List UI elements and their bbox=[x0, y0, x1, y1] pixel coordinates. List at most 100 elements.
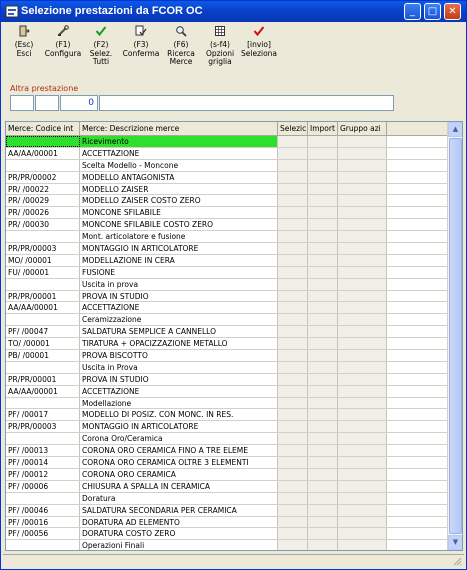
table-row[interactable]: AA/AA/00001 ACCETTAZIONE bbox=[6, 302, 447, 315]
cell-codice[interactable] bbox=[6, 492, 80, 504]
grid-options-button[interactable]: (s-f4) Opzioni griglia bbox=[201, 24, 239, 70]
cell-descrizione[interactable]: Mont. articolatore e fusione bbox=[80, 231, 278, 243]
table-row[interactable]: PF/ /00006 CHIUSURA A SPALLA IN CERAMICA bbox=[6, 480, 447, 493]
cell-descrizione[interactable]: MONTAGGIO IN ARTICOLATORE bbox=[80, 243, 278, 254]
cell-descrizione[interactable]: CORONA ORO CERAMICA FINO A TRE ELEME bbox=[80, 445, 278, 457]
cell-importo[interactable] bbox=[308, 314, 338, 326]
cell-importo[interactable] bbox=[308, 231, 338, 243]
scroll-down-button[interactable]: ▼ bbox=[448, 535, 462, 550]
cell-descrizione[interactable]: PROVA BISCOTTO bbox=[80, 350, 278, 361]
cell-selezione[interactable] bbox=[278, 457, 308, 468]
table-row[interactable]: Uscita in prova bbox=[6, 278, 447, 291]
cell-importo[interactable] bbox=[308, 207, 338, 219]
cell-selezione[interactable] bbox=[278, 183, 308, 195]
cell-selezione[interactable] bbox=[278, 528, 308, 540]
table-row[interactable]: PR/ /00030 MONCONE SFILABILE COSTO ZERO bbox=[6, 219, 447, 232]
cell-codice[interactable]: PR/PR/00001 bbox=[6, 373, 80, 385]
cell-gruppo[interactable] bbox=[338, 350, 387, 361]
altra-description-field[interactable] bbox=[99, 95, 394, 111]
cell-gruppo[interactable] bbox=[338, 457, 387, 468]
cell-gruppo[interactable] bbox=[338, 528, 387, 540]
cell-gruppo[interactable] bbox=[338, 147, 387, 159]
resize-grip-icon[interactable] bbox=[452, 556, 462, 566]
cell-selezione[interactable] bbox=[278, 326, 308, 338]
table-row[interactable]: Operazioni Finali bbox=[6, 540, 447, 550]
cell-gruppo[interactable] bbox=[338, 278, 387, 290]
cell-gruppo[interactable] bbox=[338, 231, 387, 243]
cell-descrizione[interactable]: MODELLO ZAISER COSTO ZERO bbox=[80, 195, 278, 207]
cell-importo[interactable] bbox=[308, 338, 338, 350]
cell-selezione[interactable] bbox=[278, 409, 308, 421]
cell-importo[interactable] bbox=[308, 421, 338, 433]
close-button[interactable]: ✕ bbox=[444, 3, 461, 20]
column-header-codice[interactable]: Merce: Codice int bbox=[6, 122, 80, 136]
cell-codice[interactable]: PF/ /00012 bbox=[6, 468, 80, 480]
altra-field-1[interactable] bbox=[10, 95, 34, 111]
cell-selezione[interactable] bbox=[278, 350, 308, 361]
configure-button[interactable]: (F1) Configura bbox=[43, 24, 83, 70]
exit-button[interactable]: (Esc) Esci bbox=[6, 24, 42, 70]
cell-importo[interactable] bbox=[308, 397, 338, 409]
cell-descrizione[interactable]: MODELLAZIONE IN CERA bbox=[80, 254, 278, 266]
cell-selezione[interactable] bbox=[278, 516, 308, 528]
cell-selezione[interactable] bbox=[278, 231, 308, 243]
cell-selezione[interactable] bbox=[278, 361, 308, 373]
cell-importo[interactable] bbox=[308, 540, 338, 550]
cell-descrizione[interactable]: Scelta Modello - Moncone bbox=[80, 159, 278, 171]
cell-descrizione[interactable]: CORONA ORO CERAMICA OLTRE 3 ELEMENTI bbox=[80, 457, 278, 468]
cell-selezione[interactable] bbox=[278, 254, 308, 266]
cell-gruppo[interactable] bbox=[338, 385, 387, 397]
cell-selezione[interactable] bbox=[278, 147, 308, 159]
cell-descrizione[interactable]: SALDATURA SECONDARIA PER CERAMICA bbox=[80, 504, 278, 516]
cell-descrizione[interactable]: ACCETTAZIONE bbox=[80, 385, 278, 397]
cell-selezione[interactable] bbox=[278, 159, 308, 171]
cell-codice[interactable]: PR/ /00026 bbox=[6, 207, 80, 219]
cell-importo[interactable] bbox=[308, 350, 338, 361]
table-row[interactable]: PR/PR/00001 PROVA IN STUDIO bbox=[6, 373, 447, 386]
cell-selezione[interactable] bbox=[278, 492, 308, 504]
cell-codice[interactable]: PR/ /00029 bbox=[6, 195, 80, 207]
cell-importo[interactable] bbox=[308, 504, 338, 516]
cell-gruppo[interactable] bbox=[338, 171, 387, 183]
cell-gruppo[interactable] bbox=[338, 468, 387, 480]
cell-importo[interactable] bbox=[308, 183, 338, 195]
cell-codice[interactable]: PF/ /00006 bbox=[6, 480, 80, 492]
cell-importo[interactable] bbox=[308, 516, 338, 528]
cell-codice[interactable]: PF/ /00047 bbox=[6, 326, 80, 338]
cell-codice[interactable] bbox=[6, 540, 80, 550]
cell-gruppo[interactable] bbox=[338, 480, 387, 492]
column-header-importo[interactable]: Import bbox=[308, 122, 338, 136]
cell-codice[interactable]: PF/ /00017 bbox=[6, 409, 80, 421]
table-row[interactable]: PR/PR/00003 MONTAGGIO IN ARTICOLATORE bbox=[6, 243, 447, 255]
cell-codice[interactable]: PR/PR/00002 bbox=[6, 171, 80, 183]
cell-selezione[interactable] bbox=[278, 421, 308, 433]
cell-descrizione[interactable]: ACCETTAZIONE bbox=[80, 302, 278, 314]
cell-descrizione[interactable]: Modellazione bbox=[80, 397, 278, 409]
cell-descrizione[interactable]: ACCETTAZIONE bbox=[80, 147, 278, 159]
cell-gruppo[interactable] bbox=[338, 338, 387, 350]
table-row[interactable]: Uscita in Prova bbox=[6, 361, 447, 374]
cell-selezione[interactable] bbox=[278, 278, 308, 290]
cell-codice[interactable]: AA/AA/00001 bbox=[6, 147, 80, 159]
cell-descrizione[interactable]: Uscita in Prova bbox=[80, 361, 278, 373]
cell-descrizione[interactable]: MONTAGGIO IN ARTICOLATORE bbox=[80, 421, 278, 433]
cell-gruppo[interactable] bbox=[338, 219, 387, 231]
cell-selezione[interactable] bbox=[278, 219, 308, 231]
cell-importo[interactable] bbox=[308, 266, 338, 278]
cell-codice[interactable] bbox=[6, 397, 80, 409]
table-row[interactable]: Scelta Modello - Moncone bbox=[6, 159, 447, 172]
cell-importo[interactable] bbox=[308, 468, 338, 480]
column-header-gruppo[interactable]: Gruppo azi bbox=[338, 122, 387, 136]
cell-selezione[interactable] bbox=[278, 445, 308, 457]
column-header-descrizione[interactable]: Merce: Descrizione merce bbox=[80, 122, 278, 136]
cell-codice[interactable]: PR/PR/00003 bbox=[6, 421, 80, 433]
cell-descrizione[interactable]: CORONA ORO CERAMICA bbox=[80, 468, 278, 480]
cell-descrizione[interactable]: Uscita in prova bbox=[80, 278, 278, 290]
cell-importo[interactable] bbox=[308, 409, 338, 421]
cell-descrizione[interactable]: Ceramizzazione bbox=[80, 314, 278, 326]
cell-descrizione[interactable]: Operazioni Finali bbox=[80, 540, 278, 550]
cell-codice[interactable]: PF/ /00013 bbox=[6, 445, 80, 457]
cell-selezione[interactable] bbox=[278, 433, 308, 445]
cell-gruppo[interactable] bbox=[338, 136, 387, 147]
cell-gruppo[interactable] bbox=[338, 326, 387, 338]
